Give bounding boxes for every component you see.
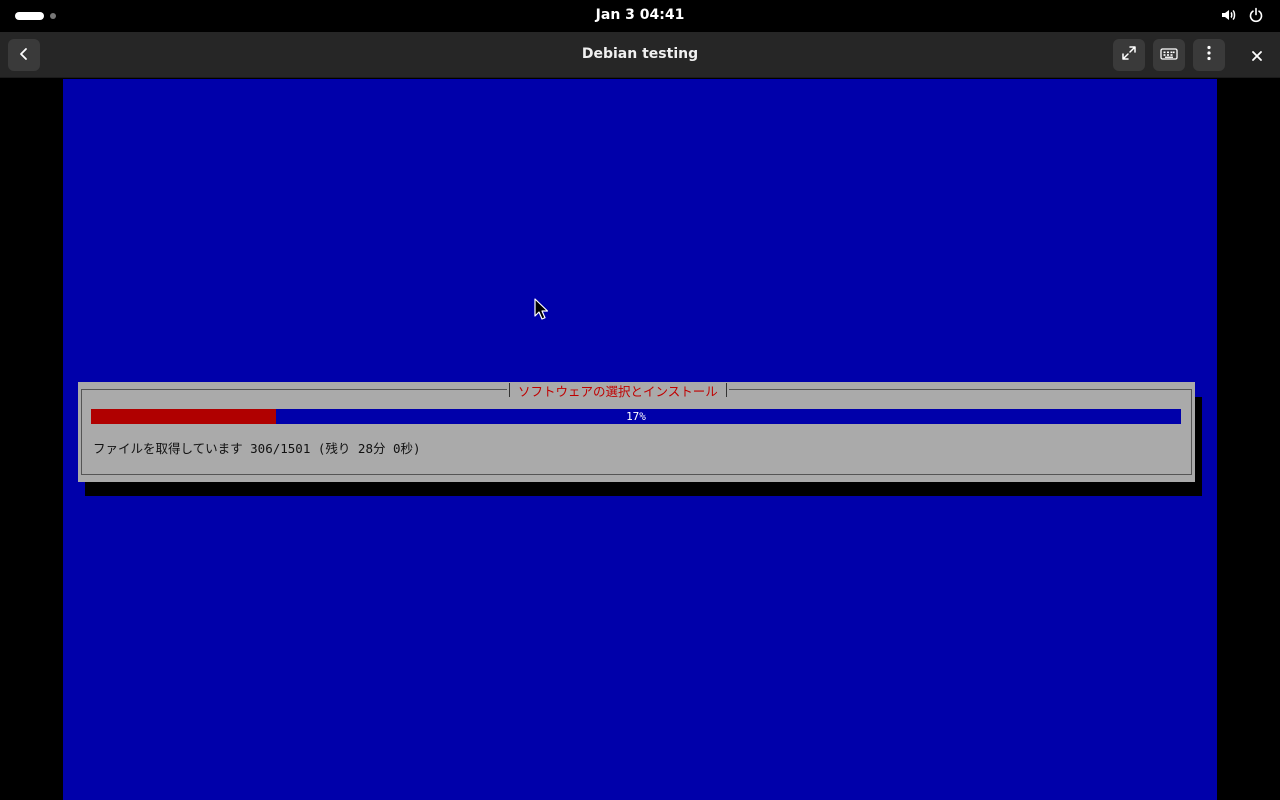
app-headerbar: Debian testing: [0, 32, 1280, 78]
keyboard-icon: [1160, 46, 1178, 65]
window-title: Debian testing: [581, 46, 699, 62]
menu-icon: [1207, 45, 1211, 65]
close-button[interactable]: [1242, 39, 1272, 71]
title-right-tick: [725, 383, 727, 397]
keyboard-button[interactable]: [1153, 39, 1185, 71]
menu-button[interactable]: [1193, 39, 1225, 71]
status-text: ファイルを取得しています 306/1501 (残り 28分 0秒): [93, 441, 421, 456]
system-status-area[interactable]: [1220, 7, 1264, 23]
mouse-pointer-icon: [534, 298, 549, 324]
volume-icon: [1220, 7, 1236, 23]
fullscreen-icon: [1121, 45, 1137, 65]
top-system-bar: Jan 3 04:41: [0, 0, 1280, 32]
vm-display[interactable]: ソフトウェアの選択とインストール 17% ファイルを取得しています 306/15…: [63, 79, 1217, 800]
clock[interactable]: Jan 3 04:41: [0, 7, 1280, 23]
progress-label: 17%: [626, 410, 646, 423]
fullscreen-button[interactable]: [1113, 39, 1145, 71]
install-progress-bar: 17%: [91, 409, 1181, 424]
dialog-title-wrap: ソフトウェアの選択とインストール: [507, 382, 729, 399]
power-icon: [1248, 7, 1264, 23]
dialog-title: ソフトウェアの選択とインストール: [518, 383, 718, 399]
dialog-frame: [81, 389, 1192, 475]
installer-dialog: ソフトウェアの選択とインストール 17% ファイルを取得しています 306/15…: [78, 382, 1195, 482]
close-icon: [1252, 46, 1262, 65]
